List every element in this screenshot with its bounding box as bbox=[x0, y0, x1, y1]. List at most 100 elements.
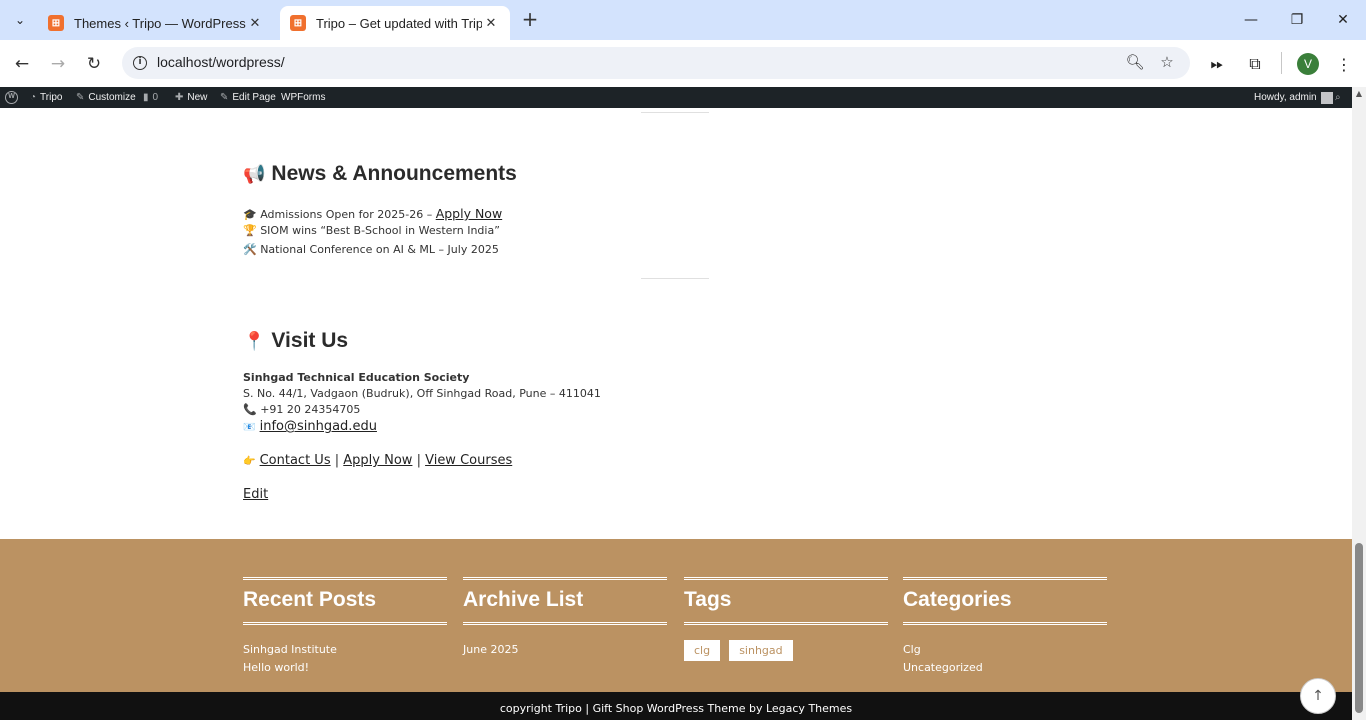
tag-clg[interactable]: clg bbox=[684, 640, 721, 661]
admin-bar-customize[interactable]: ✎ Customize bbox=[76, 87, 136, 108]
dashboard-gauge-icon: ◔ bbox=[30, 92, 37, 103]
page-content: 📢 News & Announcements 🎓 Admissions Open… bbox=[0, 108, 1352, 539]
address-text: S. No. 44/1, Vadgaon (Budruk), Off Sinhg… bbox=[243, 387, 601, 400]
tab-title: Tripo – Get updated with Tripo bbox=[316, 15, 482, 31]
minimize-icon[interactable]: — bbox=[1228, 0, 1274, 40]
footer-heading: Archive List bbox=[463, 588, 584, 611]
graduation-cap-icon: 🎓 bbox=[243, 208, 257, 221]
footer-rule bbox=[903, 622, 1107, 625]
recent-post-link[interactable]: Sinhgad Institute bbox=[243, 641, 447, 659]
plus-icon: ✚ bbox=[175, 92, 184, 103]
new-tab-plus-icon[interactable]: + bbox=[518, 8, 542, 32]
footer-rule bbox=[463, 577, 667, 580]
view-courses-link[interactable]: View Courses bbox=[425, 453, 512, 468]
organization-name: Sinhgad Technical Education Society bbox=[243, 371, 470, 384]
edit-line: Edit bbox=[243, 487, 268, 502]
zoom-icon[interactable]: 🔍︎ bbox=[1124, 53, 1146, 73]
quick-links: 👉 Contact Us | Apply Now | View Courses bbox=[243, 453, 513, 468]
pin-icon: 📍 bbox=[243, 330, 266, 351]
copyright-text: copyright Tripo | Gift Shop WordPress Th… bbox=[499, 702, 853, 715]
category-link[interactable]: Clg bbox=[903, 641, 1107, 659]
apply-now-link[interactable]: Apply Now bbox=[343, 453, 412, 468]
tab-themes[interactable]: ⊞ Themes ‹ Tripo — WordPress ✕ bbox=[38, 6, 274, 40]
close-tab-icon[interactable]: ✕ bbox=[482, 15, 500, 31]
admin-bar-wpforms[interactable]: WPForms bbox=[281, 87, 325, 108]
forward-arrow-icon[interactable]: → bbox=[43, 49, 73, 79]
wordpress-favicon-icon: ⊞ bbox=[48, 15, 64, 31]
scroll-up-arrow-icon[interactable]: ▲ bbox=[1352, 89, 1366, 101]
edit-link[interactable]: Edit bbox=[243, 487, 268, 502]
admin-bar-comments[interactable]: ▮ 0 bbox=[143, 87, 158, 108]
section-divider bbox=[641, 112, 709, 113]
reload-icon[interactable]: ↻ bbox=[79, 49, 109, 79]
extensions-puzzle-icon[interactable]: ⧉ bbox=[1240, 49, 1270, 79]
email-link[interactable]: info@sinhgad.edu bbox=[260, 419, 377, 434]
recent-post-link[interactable]: Hello world! bbox=[243, 659, 447, 677]
close-window-icon[interactable]: ✕ bbox=[1320, 0, 1366, 40]
pointing-hand-icon: 👉 bbox=[243, 456, 256, 467]
phone-icon: 📞 bbox=[243, 403, 257, 416]
copyright-bar: copyright Tripo | Gift Shop WordPress Th… bbox=[0, 692, 1352, 720]
page-scrollbar[interactable]: ▲ bbox=[1352, 87, 1366, 720]
section-divider bbox=[641, 278, 709, 279]
profile-avatar[interactable]: V bbox=[1293, 49, 1323, 79]
footer-categories: Categories Clg Uncategorized bbox=[903, 577, 1107, 677]
site-footer: Recent Posts Sinhgad Institute Hello wor… bbox=[0, 539, 1352, 692]
admin-bar-site[interactable]: ◔ Tripo bbox=[30, 87, 62, 108]
wordpress-logo-icon[interactable]: W bbox=[5, 87, 18, 108]
admin-bar-account[interactable]: Howdy, admin bbox=[1254, 87, 1333, 108]
tab-tripo[interactable]: ⊞ Tripo – Get updated with Tripo ✕ bbox=[280, 6, 510, 40]
admin-bar-new[interactable]: ✚ New bbox=[175, 87, 207, 108]
brush-icon: ✎ bbox=[76, 92, 85, 103]
footer-heading: Recent Posts bbox=[243, 588, 377, 611]
browser-toolbar: ← → ↻ i localhost/wordpress/ 🔍︎ ☆ ⏩︎ ⧉ V… bbox=[0, 40, 1366, 87]
tag-sinhgad[interactable]: sinhgad bbox=[729, 640, 793, 661]
email-line: 📧 info@sinhgad.edu bbox=[243, 419, 377, 434]
footer-rule bbox=[243, 622, 447, 625]
admin-bar-search-icon[interactable]: ⌕ bbox=[1335, 87, 1341, 108]
browser-tab-strip: ⌄ ⊞ Themes ‹ Tripo — WordPress ✕ ⊞ Tripo… bbox=[0, 0, 1366, 40]
news-item: 🛠️ National Conference on AI & ML – July… bbox=[243, 243, 499, 256]
news-item: 🏆 SIOM wins “Best B-School in Western In… bbox=[243, 224, 500, 237]
footer-rule bbox=[903, 577, 1107, 580]
site-info-icon[interactable]: i bbox=[130, 53, 150, 73]
email-icon: 📧 bbox=[243, 422, 256, 433]
comment-bubble-icon: ▮ bbox=[143, 92, 149, 103]
tab-search-chevron-icon[interactable]: ⌄ bbox=[6, 6, 34, 34]
category-link[interactable]: Uncategorized bbox=[903, 659, 1107, 677]
news-item: 🎓 Admissions Open for 2025-26 – Apply No… bbox=[243, 206, 503, 221]
scrollbar-thumb[interactable] bbox=[1355, 543, 1363, 713]
wordpress-favicon-icon: ⊞ bbox=[290, 15, 306, 31]
footer-heading: Tags bbox=[684, 588, 732, 611]
footer-recent-posts: Recent Posts Sinhgad Institute Hello wor… bbox=[243, 577, 447, 677]
footer-rule bbox=[243, 577, 447, 580]
footer-tags: Tags clg sinhgad bbox=[684, 577, 888, 661]
visit-heading: 📍 Visit Us bbox=[243, 329, 349, 352]
footer-rule bbox=[684, 577, 888, 580]
arrow-up-icon: ↑ bbox=[1312, 688, 1324, 704]
footer-rule bbox=[463, 622, 667, 625]
address-bar[interactable]: i localhost/wordpress/ 🔍︎ ☆ bbox=[122, 47, 1190, 79]
news-heading: 📢 News & Announcements bbox=[243, 162, 517, 185]
url-text[interactable]: localhost/wordpress/ bbox=[157, 54, 285, 70]
archive-link[interactable]: June 2025 bbox=[463, 641, 667, 659]
pencil-icon: ✎ bbox=[220, 92, 229, 103]
footer-archive: Archive List June 2025 bbox=[463, 577, 667, 659]
bookmark-star-icon[interactable]: ☆ bbox=[1156, 53, 1178, 73]
user-avatar bbox=[1320, 91, 1333, 104]
contact-us-link[interactable]: Contact Us bbox=[260, 453, 331, 468]
apply-now-link[interactable]: Apply Now bbox=[436, 206, 503, 221]
footer-heading: Categories bbox=[903, 588, 1012, 611]
admin-bar-edit-page[interactable]: ✎ Edit Page bbox=[220, 87, 276, 108]
more-menu-icon[interactable]: ⋮ bbox=[1329, 49, 1359, 79]
media-forward-icon[interactable]: ⏩︎ bbox=[1202, 49, 1232, 79]
megaphone-icon: 📢 bbox=[243, 163, 266, 184]
scroll-to-top-button[interactable]: ↑ bbox=[1300, 678, 1336, 714]
close-tab-icon[interactable]: ✕ bbox=[246, 15, 264, 31]
tools-icon: 🛠️ bbox=[243, 243, 257, 256]
restore-icon[interactable]: ❐ bbox=[1274, 0, 1320, 40]
trophy-icon: 🏆 bbox=[243, 224, 257, 237]
phone-line: 📞 +91 20 24354705 bbox=[243, 403, 361, 416]
back-arrow-icon[interactable]: ← bbox=[7, 49, 37, 79]
wp-admin-bar: W ◔ Tripo ✎ Customize ▮ 0 ✚ New ✎ Edit P… bbox=[0, 87, 1366, 108]
